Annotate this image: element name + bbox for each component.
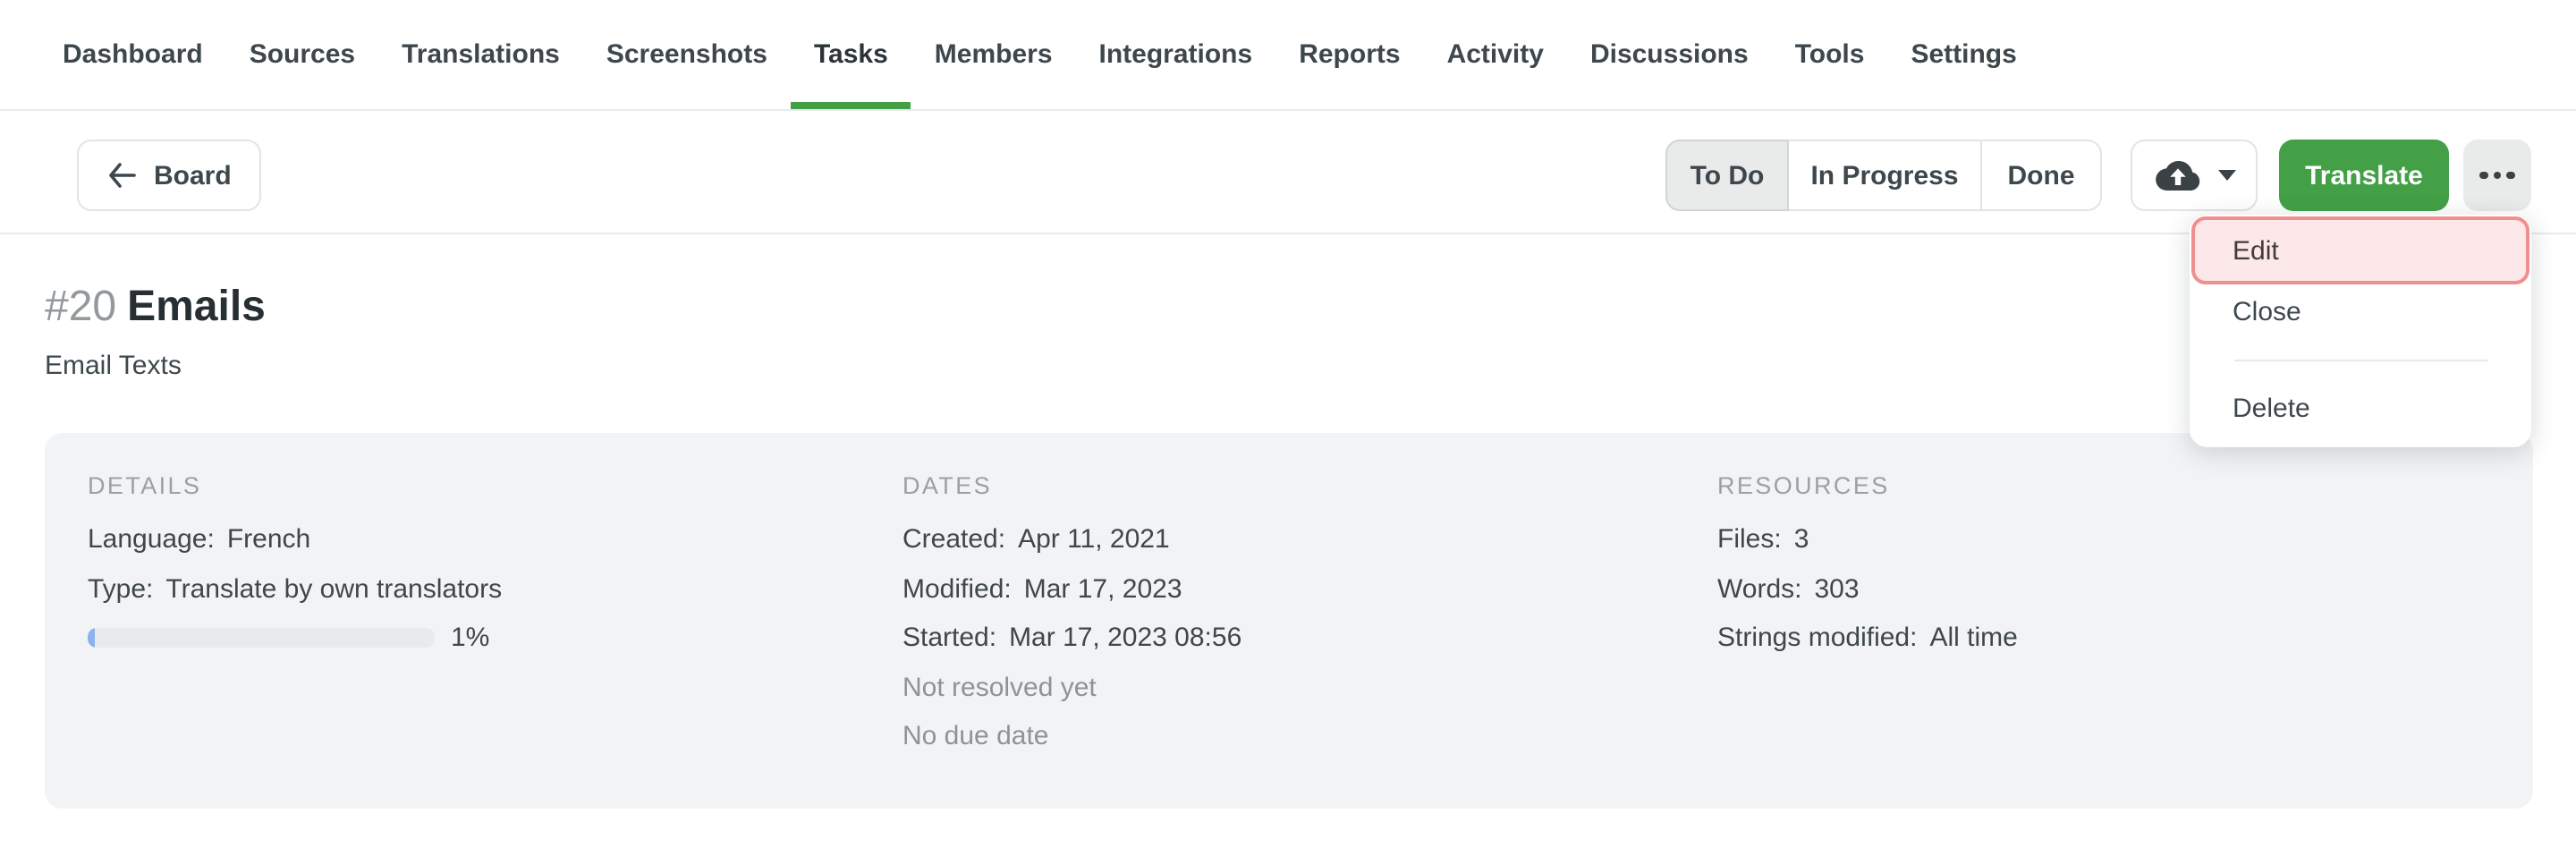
task-detail-page: Dashboard Sources Translations Screensho… — [0, 0, 2576, 856]
resources-header: RESOURCES — [1717, 470, 2532, 503]
cloud-upload-icon — [2153, 157, 2201, 193]
nav-item-reports[interactable]: Reports — [1299, 0, 1400, 110]
task-toolbar: Board To Do In Progress Done Translate — [0, 111, 2576, 234]
nav-item-discussions[interactable]: Discussions — [1590, 0, 1749, 110]
type-row: Type:Translate by own translators — [88, 564, 860, 614]
back-to-board-button[interactable]: Board — [77, 140, 262, 211]
nav-item-sources[interactable]: Sources — [250, 0, 355, 110]
progress-fill — [88, 628, 95, 648]
status-filter: To Do In Progress Done — [1665, 140, 2102, 211]
status-tab-todo[interactable]: To Do — [1665, 140, 1789, 211]
nav-item-translations[interactable]: Translations — [402, 0, 560, 110]
language-row: Language:French — [88, 515, 860, 564]
resolved-status: Not resolved yet — [902, 663, 1674, 712]
menu-item-delete[interactable]: Delete — [2190, 384, 2531, 434]
nav-item-tools[interactable]: Tools — [1795, 0, 1865, 110]
modified-row: Modified:Mar 17, 2023 — [902, 564, 1674, 614]
more-actions-button[interactable] — [2463, 140, 2531, 211]
due-date-status: No due date — [902, 712, 1674, 761]
details-header: DETAILS — [88, 470, 860, 503]
ellipsis-icon — [2480, 172, 2515, 180]
translate-button[interactable]: Translate — [2279, 140, 2449, 211]
translation-progress: 1% — [88, 623, 860, 653]
nav-item-dashboard[interactable]: Dashboard — [63, 0, 203, 110]
dates-column: DATES Created:Apr 11, 2021 Modified:Mar … — [860, 470, 1674, 809]
status-tab-done[interactable]: Done — [1982, 140, 2102, 211]
started-row: Started:Mar 17, 2023 08:56 — [902, 614, 1674, 663]
task-id: #20 — [45, 283, 116, 331]
menu-divider — [2234, 359, 2488, 360]
caret-down-icon — [2217, 170, 2235, 181]
progress-percent: 1% — [451, 623, 489, 653]
words-row: Words:303 — [1717, 564, 2532, 614]
nav-item-integrations[interactable]: Integrations — [1099, 0, 1253, 110]
nav-item-activity[interactable]: Activity — [1447, 0, 1544, 110]
created-row: Created:Apr 11, 2021 — [902, 515, 1674, 564]
nav-item-screenshots[interactable]: Screenshots — [606, 0, 767, 110]
more-actions-menu: Edit Close Delete — [2190, 215, 2531, 446]
project-nav: Dashboard Sources Translations Screensho… — [0, 0, 2576, 111]
task-info-panel: DETAILS Language:French Type:Translate b… — [45, 433, 2532, 809]
menu-item-close[interactable]: Close — [2190, 286, 2531, 336]
details-column: DETAILS Language:French Type:Translate b… — [45, 470, 860, 809]
back-button-label: Board — [154, 160, 232, 191]
nav-item-tasks[interactable]: Tasks — [814, 0, 888, 110]
back-arrow-icon — [107, 163, 136, 188]
files-row: Files:3 — [1717, 515, 2532, 564]
status-tab-in-progress[interactable]: In Progress — [1789, 140, 1982, 211]
export-dropdown-button[interactable] — [2131, 140, 2258, 211]
resources-column: RESOURCES Files:3 Words:303 Strings modi… — [1674, 470, 2532, 809]
nav-item-settings[interactable]: Settings — [1911, 0, 2016, 110]
nav-item-members[interactable]: Members — [935, 0, 1053, 110]
task-name: Emails — [127, 283, 266, 331]
progress-track — [88, 628, 435, 648]
dates-header: DATES — [902, 470, 1674, 503]
strings-modified-row: Strings modified:All time — [1717, 614, 2532, 663]
menu-item-edit[interactable]: Edit — [2191, 216, 2529, 284]
